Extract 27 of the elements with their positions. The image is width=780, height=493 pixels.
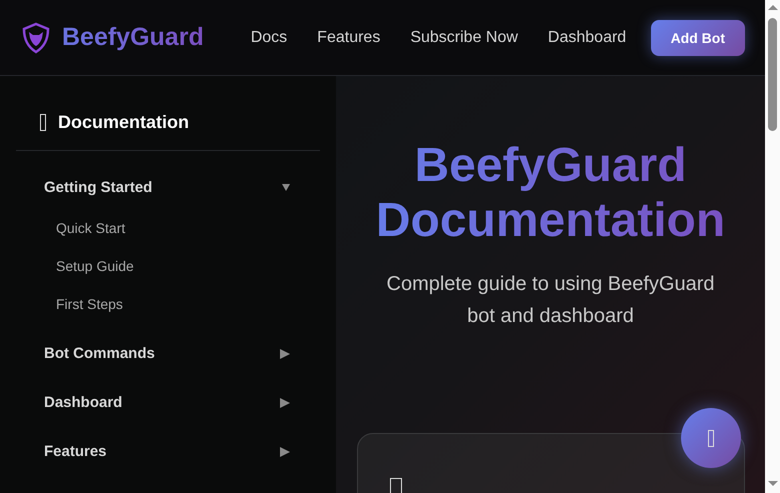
caret-right-icon: [280, 446, 290, 456]
sidebar-section[interactable]: Features: [44, 427, 292, 476]
placeholder-icon: [708, 430, 714, 446]
nav-link[interactable]: Dashboard: [548, 28, 626, 46]
scrollbar-thumb[interactable]: [768, 18, 777, 131]
add-bot-button[interactable]: Add Bot: [650, 20, 745, 56]
nav-link[interactable]: Subscribe Now: [410, 28, 518, 46]
sidebar-section[interactable]: Dashboard: [44, 378, 292, 427]
nav-link[interactable]: Docs: [250, 28, 288, 46]
caret-right-icon: [280, 348, 290, 358]
caret-down-icon: [282, 184, 290, 191]
sidebar-title: Documentation: [58, 112, 190, 133]
floating-action-button[interactable]: [681, 408, 741, 468]
scroll-up-arrow-icon[interactable]: [768, 5, 778, 10]
placeholder-icon: [390, 478, 402, 493]
placeholder-icon: [40, 114, 46, 131]
hero-subtitle: Complete guide to using BeefyGuard bot and dashboard: [386, 272, 716, 329]
scroll-down-arrow-icon[interactable]: [768, 481, 778, 486]
sidebar-section[interactable]: Bot Commands: [44, 329, 292, 378]
sidebar-link[interactable]: First Steps: [56, 285, 123, 323]
sidebar-link[interactable]: Setup Guide: [56, 247, 134, 285]
sidebar-section[interactable]: Getting Started: [44, 169, 292, 206]
scrollbar[interactable]: [765, 0, 780, 493]
caret-right-icon: [280, 398, 290, 408]
nav-link[interactable]: Features: [317, 28, 380, 46]
sidebar-link[interactable]: Quick Start: [56, 209, 126, 247]
shield-logo-icon: [20, 22, 52, 54]
